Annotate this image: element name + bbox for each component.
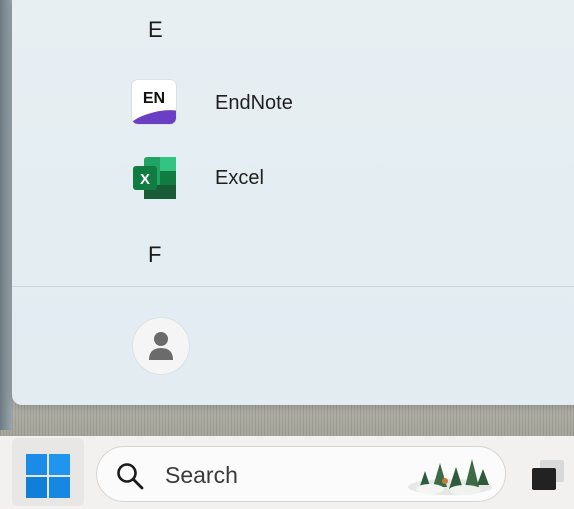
section-header-e[interactable]: E <box>148 17 163 43</box>
taskbar-search-box[interactable]: Search <box>96 446 506 502</box>
background-window-edge <box>0 0 12 430</box>
excel-icon-label: X <box>140 171 150 188</box>
search-icon <box>117 463 144 490</box>
app-name-excel: Excel <box>215 166 264 189</box>
endnote-icon-label: EN <box>142 90 166 107</box>
start-menu-divider <box>12 286 574 287</box>
person-icon <box>149 332 173 360</box>
search-label: Search <box>165 462 238 488</box>
forest-highlight-icon <box>408 459 492 495</box>
app-item-endnote[interactable]: EN EndNote <box>122 73 542 133</box>
windows-logo-icon <box>26 454 70 498</box>
endnote-icon: EN <box>132 80 178 126</box>
excel-icon: X <box>132 155 178 201</box>
taskbar: Search <box>0 436 574 509</box>
all-apps-list[interactable]: E EN EndNote X Excel F <box>12 0 574 286</box>
user-account-button[interactable] <box>133 318 189 374</box>
start-menu: E EN EndNote X Excel F <box>12 0 574 405</box>
start-button[interactable] <box>12 438 84 506</box>
app-item-excel[interactable]: X Excel <box>122 148 542 208</box>
task-view-button[interactable] <box>530 456 566 492</box>
app-name-endnote: EndNote <box>215 91 293 114</box>
task-view-icon <box>532 460 564 490</box>
section-header-f[interactable]: F <box>148 242 161 268</box>
